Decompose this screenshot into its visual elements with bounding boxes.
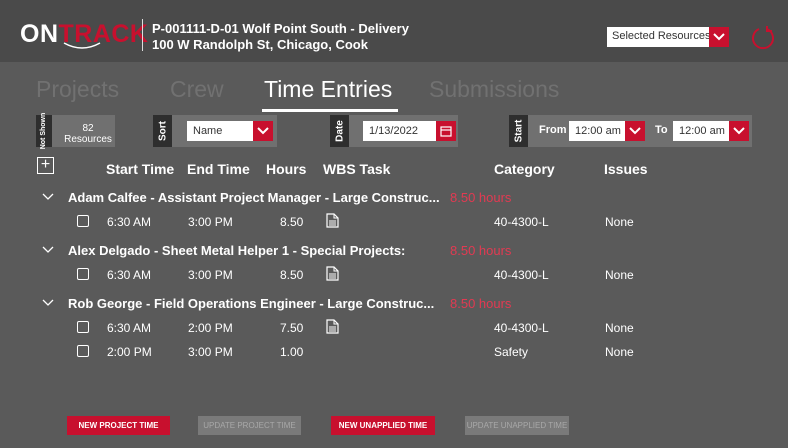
entry-category: 40-4300-L [494,215,549,229]
project-address: 100 W Randolph St, Chicago, Cook [152,37,368,52]
col-hours[interactable]: Hours [266,161,306,177]
new-project-time-button[interactable]: NEW PROJECT TIME [67,416,170,435]
start-label: Start [509,115,528,147]
entry-issues: None [605,268,634,282]
employee-total-hours: 8.50 hours [450,190,512,205]
refresh-icon[interactable] [750,25,776,51]
entry-issues: None [605,345,634,359]
to-label: To [655,124,668,136]
col-category[interactable]: Category [494,161,555,177]
employee-group-header[interactable]: Adam Calfee - Assistant Project Manager … [0,188,788,208]
entry-category: 40-4300-L [494,268,549,282]
entry-end: 2:00 PM [188,321,233,335]
entry-issues: None [605,215,634,229]
chevron-down-icon[interactable] [42,245,54,255]
employee-name: Alex Delgado - Sheet Metal Helper 1 - Sp… [68,243,406,258]
entry-hours: 8.50 [280,215,304,229]
document-icon[interactable] [326,213,339,228]
checkbox-icon[interactable] [77,268,89,280]
tab-projects[interactable]: Projects [36,76,119,103]
col-wbs-task[interactable]: WBS Task [323,161,390,177]
date-label: Date [330,115,349,147]
sort-select[interactable]: Name [187,121,273,141]
update-unapplied-time-button[interactable]: UPDATE UNAPPLIED TIME [465,416,569,435]
entry-hours: 1.00 [280,345,304,359]
time-entry-row[interactable]: 6:30 AM 3:00 PM 8.50 40-4300-L None [0,265,788,285]
document-icon[interactable] [326,266,339,281]
time-entry-row[interactable]: 6:30 AM 3:00 PM 8.50 40-4300-L None [0,212,788,232]
col-end-time[interactable]: End Time [187,161,250,177]
resources-count: 82 Resources [64,123,112,145]
entry-category: Safety [494,345,529,359]
employee-name: Rob George - Field Operations Engineer -… [68,296,435,311]
employee-total-hours: 8.50 hours [450,243,512,258]
sort-box: Sort Name [153,115,277,147]
app-header: ONTRACK P-001111-D-01 Wolf Point South -… [0,0,788,62]
date-value: 1/13/2022 [369,125,418,137]
sort-value: Name [193,125,223,137]
chevron-down-icon[interactable] [42,298,54,308]
entry-start: 6:30 AM [107,215,152,229]
date-box: Date 1/13/2022 [330,115,458,147]
entry-start: 2:00 PM [107,345,152,359]
to-time-value: 12:00 am [679,125,725,137]
chevron-down-icon[interactable] [729,121,749,141]
update-project-time-button[interactable]: UPDATE PROJECT TIME [198,416,301,435]
tab-crew[interactable]: Crew [170,76,224,103]
col-issues[interactable]: Issues [604,161,648,177]
to-time-select[interactable]: 12:00 am [673,121,749,141]
checkbox-icon[interactable] [77,345,89,357]
add-entry-button[interactable]: + [37,157,54,174]
entry-start: 6:30 AM [107,268,152,282]
time-entry-row[interactable]: 2:00 PM 3:00 PM 1.00 Safety None [0,342,788,362]
chevron-down-icon[interactable] [709,27,729,47]
entry-issues: None [605,321,634,335]
resource-select[interactable]: Selected Resources [607,27,729,47]
checkbox-icon[interactable] [77,321,89,333]
employee-name: Adam Calfee - Assistant Project Manager … [68,190,440,205]
from-time-value: 12:00 am [575,125,621,137]
time-entry-row[interactable]: 6:30 AM 2:00 PM 7.50 40-4300-L None [0,318,788,338]
chevron-down-icon[interactable] [625,121,645,141]
employee-total-hours: 8.50 hours [450,296,512,311]
employee-group-header[interactable]: Rob George - Field Operations Engineer -… [0,294,788,314]
from-label: From [539,124,567,136]
active-tab-indicator [262,109,398,112]
chevron-down-icon[interactable] [42,192,54,202]
calendar-icon[interactable] [436,121,456,141]
not-shown-label: Not Shown [36,113,52,149]
project-title: P-001111-D-01 Wolf Point South - Deliver… [152,21,409,36]
resource-select-value: Selected Resources [612,30,711,42]
from-time-select[interactable]: 12:00 am [569,121,645,141]
sort-label: Sort [153,115,172,147]
entry-category: 40-4300-L [494,321,549,335]
entry-hours: 8.50 [280,268,304,282]
logo-on: ON [20,20,59,48]
employee-group-header[interactable]: Alex Delgado - Sheet Metal Helper 1 - Sp… [0,241,788,261]
tab-time-entries[interactable]: Time Entries [264,76,392,103]
new-unapplied-time-button[interactable]: NEW UNAPPLIED TIME [331,416,435,435]
logo-swoosh-icon [63,42,101,49]
document-icon[interactable] [326,319,339,334]
entry-hours: 7.50 [280,321,304,335]
checkbox-icon[interactable] [77,215,89,227]
entry-end: 3:00 PM [188,268,233,282]
entry-end: 3:00 PM [188,215,233,229]
entry-end: 3:00 PM [188,345,233,359]
entry-start: 6:30 AM [107,321,152,335]
col-start-time[interactable]: Start Time [106,161,174,177]
chevron-down-icon[interactable] [253,121,273,141]
date-input[interactable]: 1/13/2022 [363,121,456,141]
tab-submissions[interactable]: Submissions [429,76,559,103]
header-divider [142,19,143,51]
